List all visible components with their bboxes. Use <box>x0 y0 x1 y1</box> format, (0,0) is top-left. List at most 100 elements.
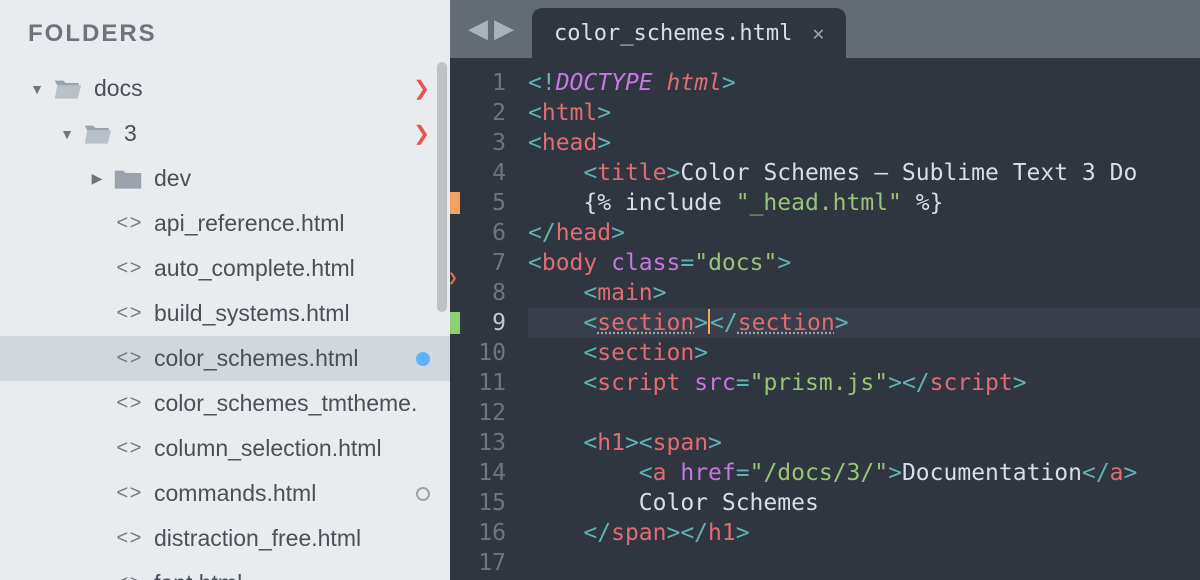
chevron-right-icon[interactable]: ▶ <box>88 170 106 187</box>
gutter-mark-row <box>450 248 464 278</box>
line-number: 3 <box>464 128 506 158</box>
code-line[interactable]: </head> <box>528 218 1200 248</box>
chevron-down-icon[interactable]: ▼ <box>28 81 46 97</box>
text-cursor <box>708 309 710 334</box>
chevron-down-icon[interactable]: ▼ <box>58 126 76 142</box>
line-number-gutter: 1234567891011121314151617 <box>464 58 520 580</box>
tree-item-label: 3 <box>124 120 413 147</box>
code-line[interactable]: <body class="docs"> <box>528 248 1200 278</box>
code-line[interactable] <box>528 548 1200 578</box>
git-status-icon: ❯ <box>413 121 430 146</box>
code-line[interactable]: <section> <box>528 338 1200 368</box>
code-file-icon: < > <box>110 302 146 325</box>
code-line[interactable]: Color Schemes <box>528 488 1200 518</box>
tree-item-label: distraction_free.html <box>154 525 430 552</box>
file-row[interactable]: < > color_schemes.html <box>0 336 450 381</box>
gutter-mark-row <box>450 458 464 488</box>
code-file-icon: < > <box>110 257 146 280</box>
line-number: 9 <box>464 308 506 338</box>
git-status-icon: ❯ <box>413 76 430 101</box>
line-number: 16 <box>464 518 506 548</box>
dirty-indicator-icon <box>416 352 430 366</box>
code-line[interactable] <box>528 398 1200 428</box>
gutter-mark-row <box>450 158 464 188</box>
tree-item-label: build_systems.html <box>154 300 430 327</box>
code-file-icon: < > <box>110 392 146 415</box>
folder-row[interactable]: ▼docs❯ <box>0 66 450 111</box>
code-line[interactable]: <a href="/docs/3/">Documentation</a> <box>528 458 1200 488</box>
code-line[interactable]: <head> <box>528 128 1200 158</box>
file-row[interactable]: < >column_selection.html <box>0 426 450 471</box>
gutter-marks <box>450 58 464 580</box>
line-number: 17 <box>464 548 506 578</box>
file-row[interactable]: < > color_schemes_tmtheme. <box>0 381 450 426</box>
file-row[interactable]: < >auto_complete.html <box>0 246 450 291</box>
gutter-mark-row <box>450 308 464 338</box>
folder-icon <box>50 77 86 101</box>
tree-item-label: color_schemes.html <box>154 345 404 372</box>
gutter-mark-row <box>450 398 464 428</box>
scrollbar-thumb[interactable] <box>437 62 447 312</box>
code-file-icon: < > <box>110 572 146 580</box>
line-number: 7 <box>464 248 506 278</box>
code-line[interactable]: <main> <box>528 278 1200 308</box>
line-number: 8 <box>464 278 506 308</box>
gutter-mark-row <box>450 338 464 368</box>
code-file-icon: < > <box>110 212 146 235</box>
tab-bar: ◀ ▶ color_schemes.html ✕ <box>450 0 1200 58</box>
line-number: 2 <box>464 98 506 128</box>
folder-row[interactable]: ▼ 3❯ <box>0 111 450 156</box>
line-number: 14 <box>464 458 506 488</box>
code-line[interactable]: <script src="prism.js"></script> <box>528 368 1200 398</box>
nav-forward-icon[interactable]: ▶ <box>494 13 514 44</box>
line-number: 10 <box>464 338 506 368</box>
sidebar-header: FOLDERS <box>0 20 450 66</box>
code-line[interactable]: <html> <box>528 98 1200 128</box>
code-line[interactable]: <h1><span> <box>528 428 1200 458</box>
code-line[interactable]: <!DOCTYPE html> <box>528 68 1200 98</box>
folder-icon <box>110 167 146 191</box>
file-row[interactable]: < > distraction_free.html <box>0 516 450 561</box>
tree-item-label: font.html <box>154 570 430 580</box>
file-row[interactable]: < > font.html <box>0 561 450 580</box>
gutter-mark-row <box>450 128 464 158</box>
code-area[interactable]: 1234567891011121314151617 <!DOCTYPE html… <box>450 58 1200 580</box>
line-number: 1 <box>464 68 506 98</box>
gutter-mark-row <box>450 68 464 98</box>
code-content[interactable]: <!DOCTYPE html><html><head> <title>Color… <box>520 58 1200 580</box>
code-file-icon: < > <box>110 347 146 370</box>
tree-item-label: color_schemes_tmtheme. <box>154 390 430 417</box>
gutter-mark-row <box>450 428 464 458</box>
nav-back-icon[interactable]: ◀ <box>468 13 488 44</box>
gutter-mark-row <box>450 488 464 518</box>
file-row[interactable]: < > build_systems.html <box>0 291 450 336</box>
gutter-mark-row <box>450 98 464 128</box>
code-line[interactable]: <title>Color Schemes – Sublime Text 3 Do <box>528 158 1200 188</box>
code-line[interactable]: {% include "_head.html" %} <box>528 188 1200 218</box>
line-number: 12 <box>464 398 506 428</box>
file-row[interactable]: < >commands.html <box>0 471 450 516</box>
tree-item-label: api_reference.html <box>154 210 430 237</box>
code-file-icon: < > <box>110 527 146 550</box>
tree-item-label: column_selection.html <box>154 435 430 462</box>
line-number: 6 <box>464 218 506 248</box>
line-number: 4 <box>464 158 506 188</box>
folder-row[interactable]: ▶ dev <box>0 156 450 201</box>
code-line[interactable]: <section></section> <box>528 308 1200 338</box>
folder-tree: ▼docs❯▼3❯▶dev< >api_reference.html< >aut… <box>0 66 450 580</box>
sidebar-scrollbar[interactable] <box>437 62 447 580</box>
gutter-diff-marker <box>450 192 460 214</box>
tree-item-label: dev <box>154 165 430 192</box>
file-row[interactable]: < > api_reference.html <box>0 201 450 246</box>
tab-close-icon[interactable]: ✕ <box>812 21 824 45</box>
tree-item-label: commands.html <box>154 480 404 507</box>
open-file-indicator-icon <box>416 487 430 501</box>
gutter-diff-marker <box>450 312 460 334</box>
gutter-mark-row <box>450 368 464 398</box>
line-number: 15 <box>464 488 506 518</box>
gutter-mark-row <box>450 548 464 578</box>
folder-sidebar: FOLDERS ▼docs❯▼3❯▶dev< >api_reference.ht… <box>0 0 450 580</box>
code-line[interactable]: </span></h1> <box>528 518 1200 548</box>
nav-arrows: ◀ ▶ <box>460 13 532 58</box>
tab-active[interactable]: color_schemes.html ✕ <box>532 8 846 58</box>
